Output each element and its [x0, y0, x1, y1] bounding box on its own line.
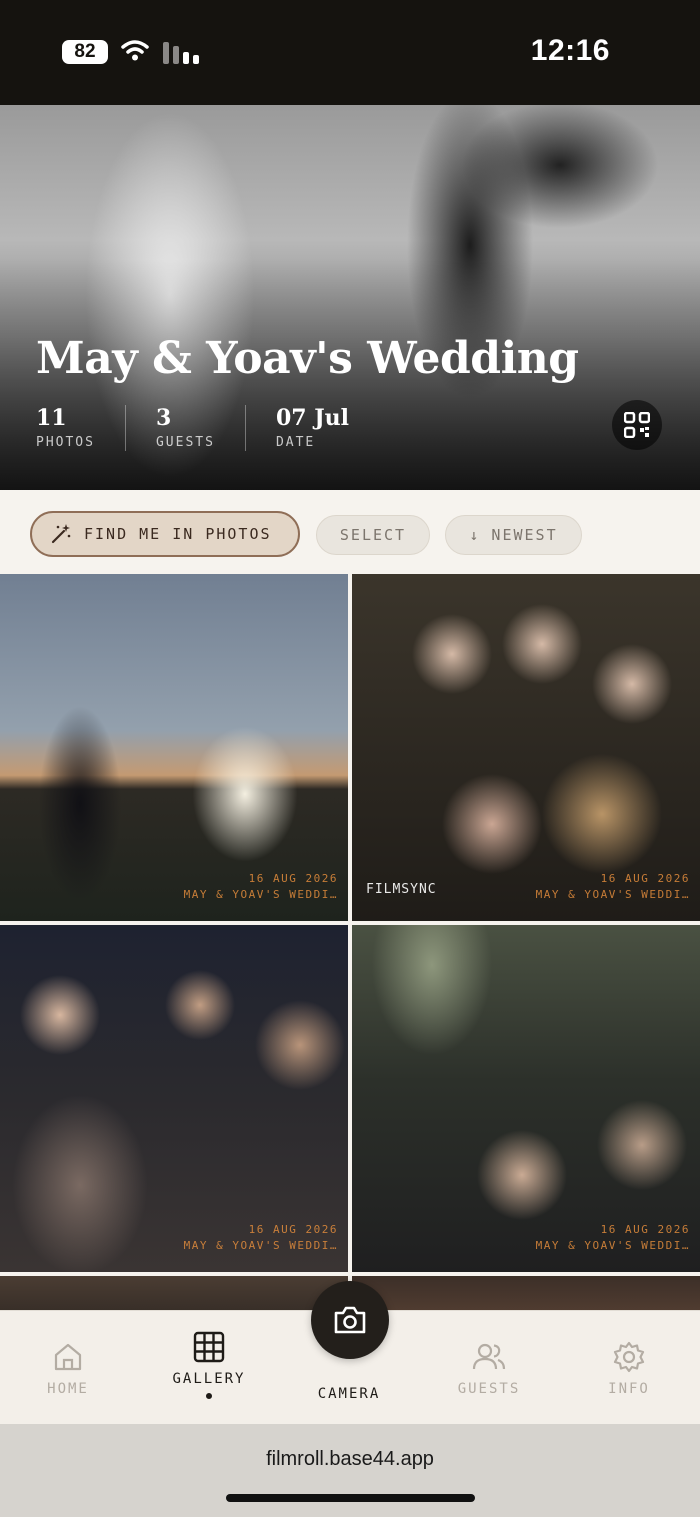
sort-newest-button[interactable]: ↓ NEWEST — [445, 515, 582, 555]
url-text[interactable]: filmroll.base44.app — [0, 1448, 700, 1471]
nav-gallery[interactable]: GALLERY — [149, 1331, 269, 1399]
photo-tile[interactable] — [352, 1276, 700, 1314]
event-stats: 11 PHOTOS 3 GUESTS 07 Jul DATE — [36, 405, 409, 451]
photo-tile[interactable]: 16 AUG 2026 MAY & YOAV'S WEDDI… — [352, 925, 700, 1272]
photo-date-stamp: 16 AUG 2026 MAY & YOAV'S WEDDI… — [184, 1222, 338, 1254]
stamp-event: MAY & YOAV'S WEDDI… — [183, 888, 338, 901]
camera-icon — [334, 1306, 366, 1334]
stat-photos: 11 PHOTOS — [36, 405, 126, 451]
grid-icon — [193, 1331, 225, 1363]
stat-guests-value: 3 — [155, 405, 172, 431]
nav-info[interactable]: INFO — [569, 1341, 689, 1397]
photo-tile[interactable]: 16 AUG 2026 MAY & YOAV'S WEDDI… — [0, 574, 348, 921]
stamp-event: MAY & YOAV'S WEDDI… — [183, 1239, 338, 1252]
magic-wand-icon — [51, 524, 71, 544]
nav-info-label: INFO — [608, 1381, 650, 1397]
users-icon — [472, 1343, 506, 1370]
nav-gallery-label: GALLERY — [172, 1371, 246, 1387]
photo-date-stamp: 16 AUG 2026 MAY & YOAV'S WEDDI… — [536, 1222, 690, 1254]
stamp-date: 16 AUG 2026 — [600, 1223, 690, 1236]
status-bar: 82 12:16 — [0, 0, 700, 105]
photo-date-stamp: 16 AUG 2026 MAY & YOAV'S WEDDI… — [536, 871, 690, 903]
find-me-label: FIND ME IN PHOTOS — [84, 525, 272, 543]
battery-level: 82 — [74, 41, 96, 62]
stat-date-label: DATE — [275, 435, 316, 450]
stamp-date: 16 AUG 2026 — [248, 872, 338, 885]
active-indicator-dot — [206, 1393, 212, 1399]
nav-camera-label[interactable]: CAMERA — [289, 1386, 409, 1402]
stat-photos-label: PHOTOS — [36, 435, 95, 450]
stamp-event: MAY & YOAV'S WEDDI… — [535, 888, 690, 901]
stat-guests-label: GUESTS — [155, 435, 215, 450]
photo-tile[interactable]: 16 AUG 2026 MAY & YOAV'S WEDDI… — [0, 925, 348, 1272]
photo-tile[interactable]: FILMSYNC 16 AUG 2026 MAY & YOAV'S WEDDI… — [352, 574, 700, 921]
gallery-toolbar: FIND ME IN PHOTOS SELECT ↓ NEWEST — [0, 490, 700, 574]
select-button[interactable]: SELECT — [316, 515, 430, 555]
select-label: SELECT — [339, 526, 407, 544]
sort-label: ↓ NEWEST — [469, 526, 558, 544]
browser-url-bar[interactable]: filmroll.base44.app — [0, 1424, 700, 1517]
stamp-event: MAY & YOAV'S WEDDI… — [535, 1239, 690, 1252]
photo-tile[interactable] — [0, 1276, 348, 1314]
qr-code-icon — [624, 412, 650, 438]
stat-date: 07 Jul DATE — [276, 405, 379, 451]
find-me-in-photos-button[interactable]: FIND ME IN PHOTOS — [30, 511, 300, 557]
home-icon — [54, 1343, 82, 1371]
camera-button[interactable] — [311, 1281, 389, 1359]
stamp-date: 16 AUG 2026 — [248, 1223, 338, 1236]
stat-date-value: 07 Jul — [275, 405, 349, 431]
photo-brand-watermark: FILMSYNC — [366, 882, 437, 897]
nav-home[interactable]: HOME — [8, 1341, 128, 1397]
clock: 12:16 — [530, 34, 610, 67]
signal-icon — [163, 42, 201, 69]
battery-indicator: 82 — [62, 40, 108, 64]
event-title: May & Yoav's Wedding — [36, 333, 579, 384]
nav-guests[interactable]: GUESTS — [429, 1341, 549, 1397]
home-indicator[interactable] — [226, 1494, 475, 1502]
stat-photos-value: 11 — [36, 405, 67, 431]
gear-icon — [613, 1341, 645, 1373]
nav-guests-label: GUESTS — [457, 1381, 521, 1397]
stat-guests: 3 GUESTS — [156, 405, 246, 451]
nav-home-label: HOME — [47, 1381, 89, 1397]
photo-date-stamp: 16 AUG 2026 MAY & YOAV'S WEDDI… — [184, 871, 338, 903]
event-cover-image: May & Yoav's Wedding 11 PHOTOS 3 GUESTS … — [0, 105, 700, 490]
photo-grid: 16 AUG 2026 MAY & YOAV'S WEDDI… FILMSYNC… — [0, 574, 700, 1314]
wifi-icon — [120, 38, 150, 67]
qr-code-button[interactable] — [612, 400, 662, 450]
stamp-date: 16 AUG 2026 — [600, 872, 690, 885]
